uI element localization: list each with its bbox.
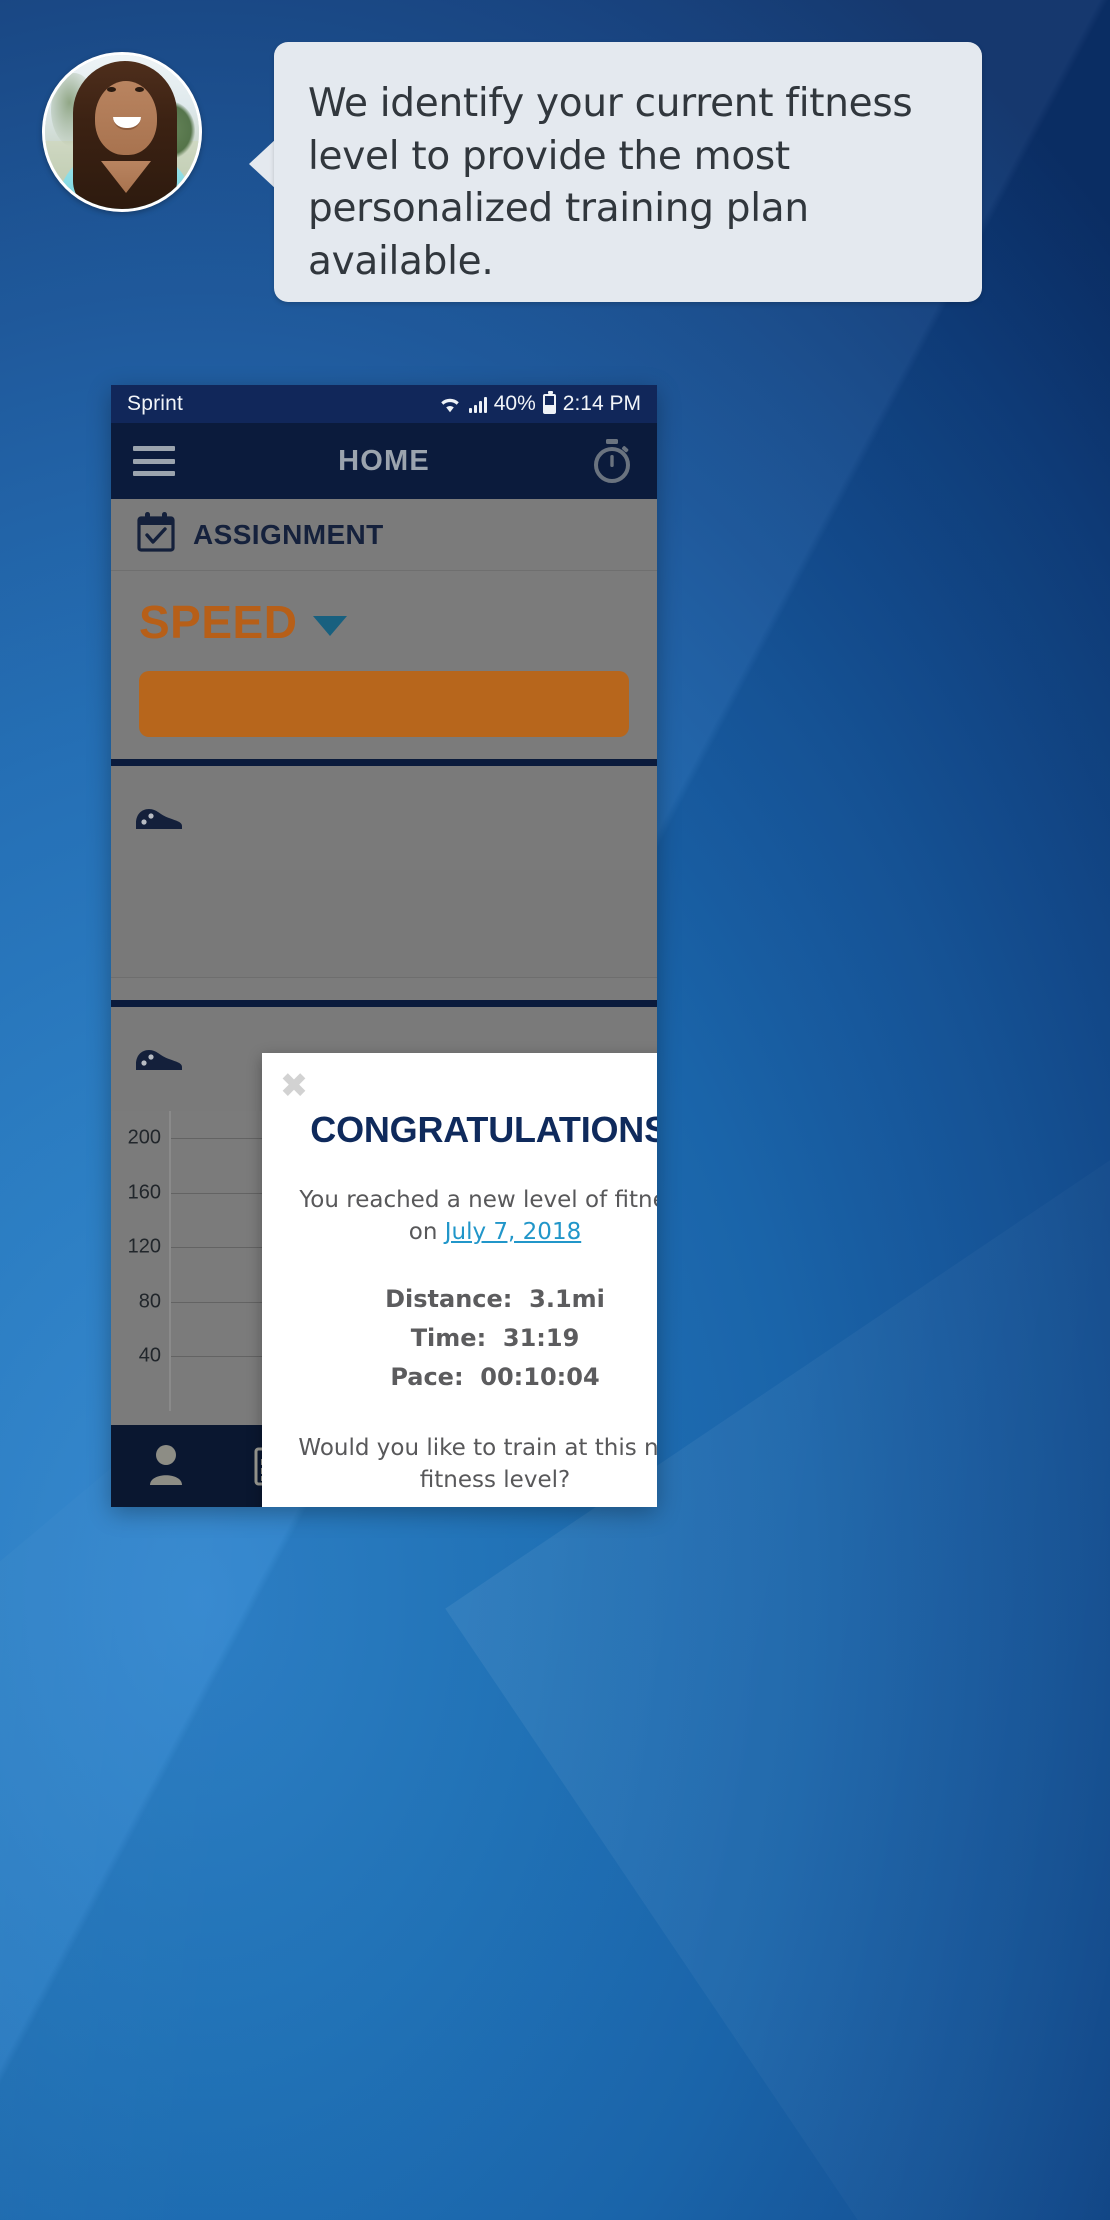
running-shoe-icon: [133, 1044, 185, 1074]
dialog-question: Would you like to train at this new fitn…: [298, 1435, 657, 1493]
battery-percent-label: 40%: [493, 392, 536, 415]
phone-screen: Sprint 40% 2:14 PM HOME ASSIGNMENT SPEED…: [111, 385, 657, 1507]
promo-background: We identify your current fitness level t…: [0, 0, 1110, 2220]
page-title: HOME: [338, 444, 430, 477]
carrier-label: Sprint: [127, 392, 184, 415]
chart-y-tick: 40: [138, 1344, 161, 1367]
stat-label: Pace:: [390, 1363, 464, 1392]
cellular-signal-icon: [468, 396, 487, 413]
assignment-bar[interactable]: ASSIGNMENT: [111, 499, 657, 571]
status-bar: Sprint 40% 2:14 PM: [111, 385, 657, 423]
chart-y-tick: 80: [138, 1290, 161, 1313]
dialog-body: You reached a new level of fitness on Ju…: [262, 1185, 657, 1248]
stat-label: Distance:: [385, 1285, 513, 1314]
stat-label: Time:: [410, 1324, 487, 1353]
avatar: [42, 52, 202, 212]
section-divider: [111, 1000, 657, 1007]
stat-row: Time: 31:19: [262, 1319, 657, 1358]
workout-start-button[interactable]: [139, 671, 629, 737]
speech-bubble-tail: [249, 138, 277, 190]
stat-value: 00:10:04: [480, 1363, 600, 1392]
speed-label: SPEED: [139, 596, 298, 648]
chart-y-tick: 120: [127, 1235, 161, 1258]
nav-item-profile[interactable]: [111, 1425, 220, 1507]
speed-section-header[interactable]: SPEED: [111, 571, 657, 657]
stat-value: 31:19: [502, 1324, 580, 1353]
chart-y-tick: 160: [127, 1181, 161, 1204]
app-header: HOME: [111, 423, 657, 499]
chart-y-tick: 200: [127, 1126, 161, 1149]
clock-label: 2:14 PM: [562, 392, 641, 415]
chart-y-axis: 200 160 120 80 40: [111, 1111, 169, 1411]
achievement-stats: Distance: 3.1mi Time: 31:19 Pace: 00:10:…: [262, 1280, 657, 1397]
person-icon: [144, 1441, 188, 1492]
background-sheen-secondary: [0, 1404, 676, 2220]
workout-row-spacer: [111, 870, 657, 978]
stat-value: 3.1mi: [529, 1285, 605, 1314]
assignment-label: ASSIGNMENT: [193, 518, 384, 550]
chevron-down-icon[interactable]: [313, 616, 348, 636]
close-x-icon[interactable]: ✖: [278, 1069, 310, 1103]
stat-row: Distance: 3.1mi: [262, 1280, 657, 1319]
coach-callout: We identify your current fitness level t…: [42, 42, 1072, 312]
achievement-date-link[interactable]: July 7, 2018: [445, 1219, 581, 1245]
stat-row: Pace: 00:10:04: [262, 1358, 657, 1397]
congratulations-dialog: ✖ CONGRATULATIONS! You reached a new lev…: [262, 1053, 657, 1507]
speech-bubble: We identify your current fitness level t…: [274, 42, 982, 302]
running-shoe-icon: [133, 803, 185, 833]
section-divider: [111, 759, 657, 766]
wifi-icon: [438, 395, 462, 413]
coach-message: We identify your current fitness level t…: [308, 81, 913, 284]
dialog-title: CONGRATULATIONS!: [310, 1109, 657, 1150]
workout-list-item[interactable]: [111, 766, 657, 870]
stopwatch-icon[interactable]: [589, 437, 635, 485]
battery-icon: [542, 391, 556, 414]
calendar-check-icon: [135, 510, 177, 559]
